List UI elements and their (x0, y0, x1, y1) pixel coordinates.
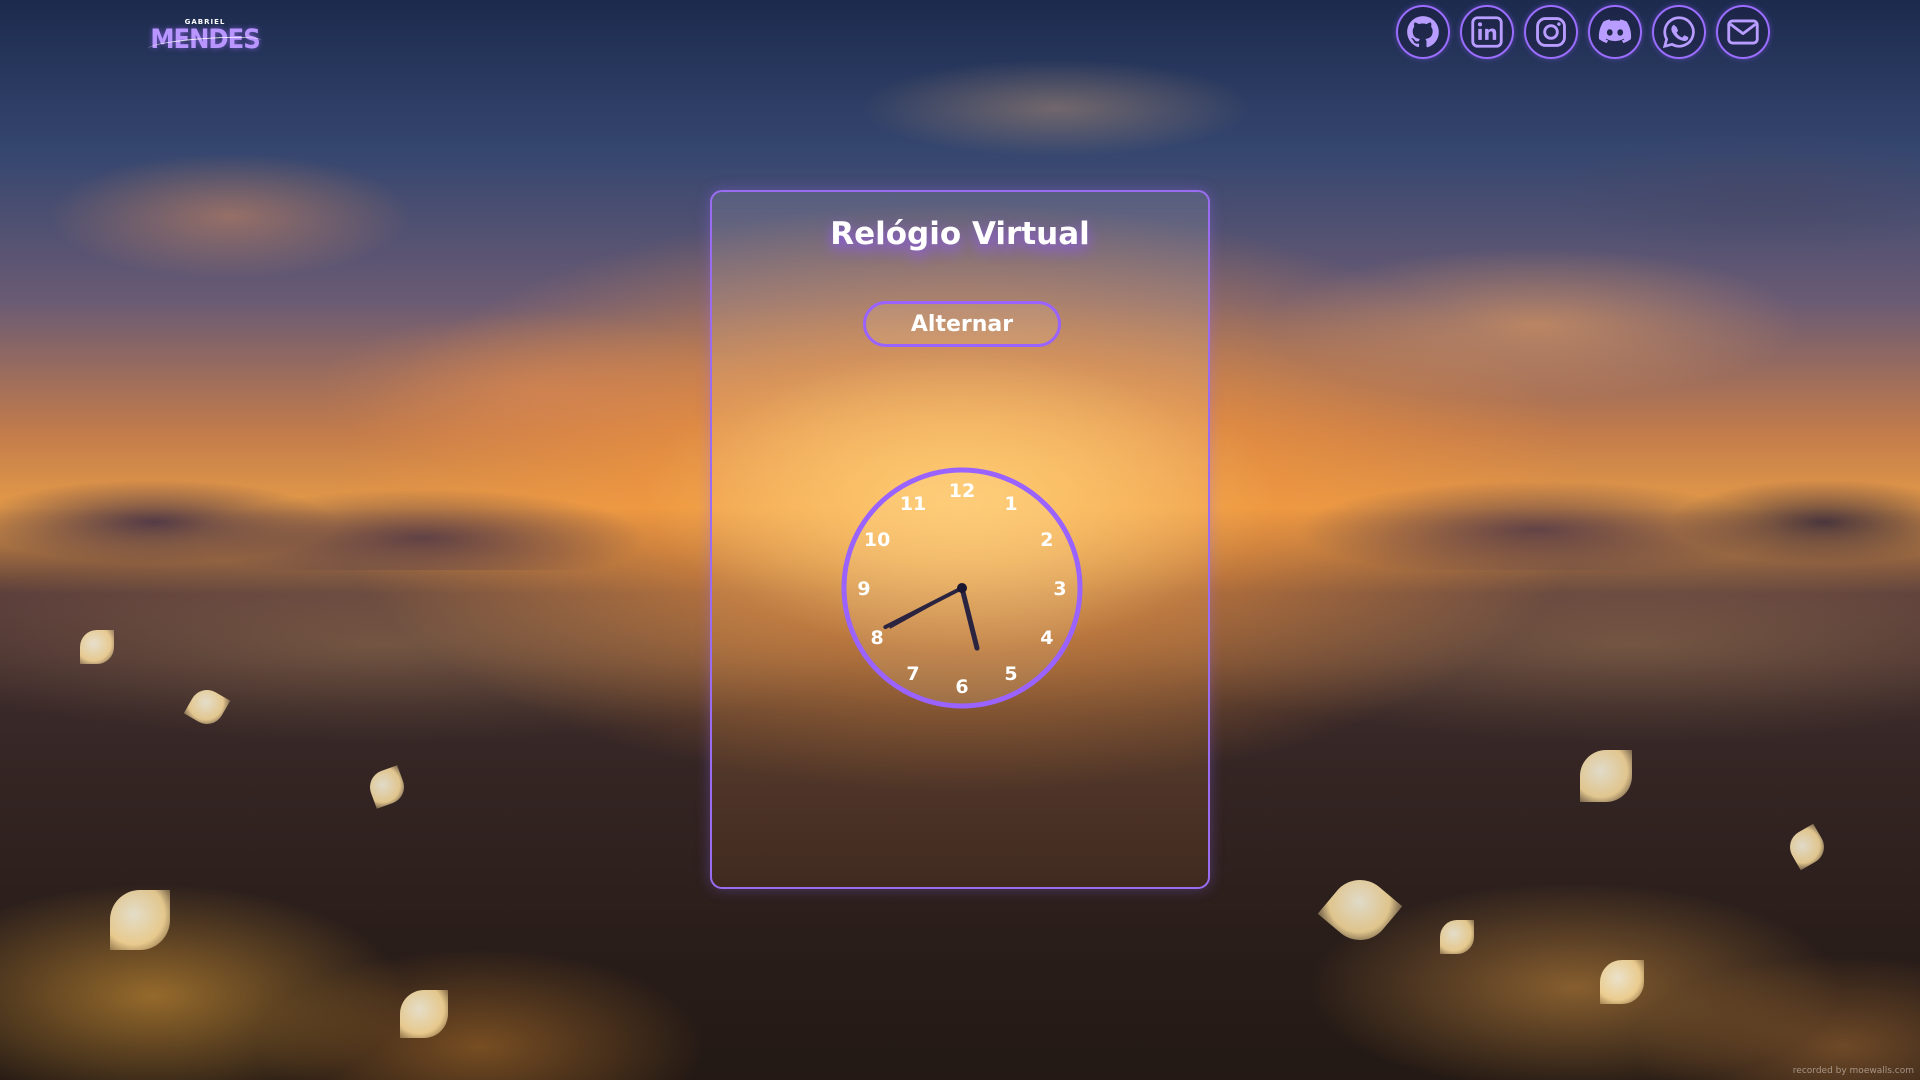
discord-icon (1598, 19, 1632, 44)
clock-number: 10 (864, 529, 890, 551)
clock-number: 7 (906, 663, 919, 685)
clock-number: 4 (1040, 627, 1053, 649)
clock-number: 8 (871, 627, 884, 649)
social-links (1396, 5, 1770, 59)
discord-button[interactable] (1588, 5, 1642, 59)
site-logo[interactable]: GABRIEL MENDES (147, 14, 263, 58)
background-flower (1600, 960, 1644, 1004)
background-flower (1440, 920, 1474, 954)
clock-card: Relógio Virtual Alternar 12 1 2 3 4 5 6 7 8 9 10 11 (710, 190, 1210, 889)
linkedin-icon (1471, 16, 1503, 48)
clock-number: 5 (1004, 663, 1017, 685)
clock-number: 12 (949, 480, 975, 502)
github-icon (1407, 16, 1439, 48)
toggle-clock-button[interactable]: Alternar (863, 301, 1061, 347)
github-button[interactable] (1396, 5, 1450, 59)
background-flower (400, 990, 448, 1038)
whatsapp-button[interactable] (1652, 5, 1706, 59)
analog-clock: 121234567891011 (841, 467, 1083, 709)
page-title: Relógio Virtual (830, 216, 1090, 252)
background-flower (1580, 750, 1632, 802)
watermark-text: recorded by moewalls.com (1792, 1066, 1914, 1076)
whatsapp-icon (1662, 16, 1695, 49)
clock-number: 1 (1004, 493, 1017, 515)
instagram-icon (1536, 17, 1566, 47)
clock-center-pin (957, 583, 967, 593)
clock-number: 11 (900, 493, 926, 515)
clock-number: 9 (857, 578, 870, 600)
clock-number: 2 (1040, 529, 1053, 551)
instagram-button[interactable] (1524, 5, 1578, 59)
email-button[interactable] (1716, 5, 1770, 59)
clock-number: 6 (955, 676, 968, 698)
background-flower (110, 890, 170, 950)
background-flower (80, 630, 114, 664)
envelope-icon (1727, 19, 1759, 45)
linkedin-button[interactable] (1460, 5, 1514, 59)
clock-number: 3 (1053, 578, 1066, 600)
